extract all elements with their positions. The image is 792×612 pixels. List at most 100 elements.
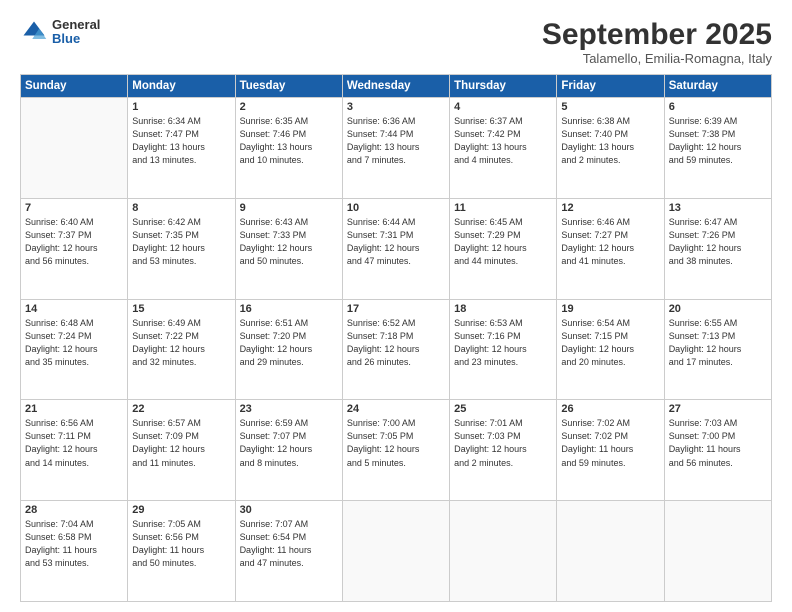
day-number: 29 [132, 504, 230, 516]
calendar-cell: 26 Sunrise: 7:02 AM Sunset: 7:02 PM Dayli… [557, 400, 664, 501]
day-number: 8 [132, 202, 230, 214]
day-info: Sunrise: 6:54 AM Sunset: 7:15 PM Dayligh… [561, 317, 659, 369]
calendar-cell: 25 Sunrise: 7:01 AM Sunset: 7:03 PM Dayli… [450, 400, 557, 501]
day-info: Sunrise: 7:04 AM Sunset: 6:58 PM Dayligh… [25, 518, 123, 570]
calendar-cell: 13 Sunrise: 6:47 AM Sunset: 7:26 PM Dayli… [664, 198, 771, 299]
calendar-cell: 9Sunrise: 6:43 AM Sunset: 7:33 PM Daylig… [235, 198, 342, 299]
day-number: 23 [240, 403, 338, 415]
day-info: Sunrise: 6:59 AM Sunset: 7:07 PM Dayligh… [240, 417, 338, 469]
calendar-week-2: 7 Sunrise: 6:40 AM Sunset: 7:37 PM Daylig… [21, 198, 772, 299]
day-info: Sunrise: 7:03 AM Sunset: 7:00 PM Dayligh… [669, 417, 767, 469]
month-title: September 2025 [542, 18, 772, 51]
calendar-cell: 18 Sunrise: 6:53 AM Sunset: 7:16 PM Dayli… [450, 299, 557, 400]
day-number: 25 [454, 403, 552, 415]
logo-text: General Blue [52, 18, 100, 47]
header-saturday: Saturday [664, 75, 771, 98]
day-info: Sunrise: 6:40 AM Sunset: 7:37 PM Dayligh… [25, 216, 123, 268]
day-number: 20 [669, 303, 767, 315]
day-number: 7 [25, 202, 123, 214]
calendar-cell: 29 Sunrise: 7:05 AM Sunset: 6:56 PM Dayli… [128, 501, 235, 602]
calendar-cell: 24 Sunrise: 7:00 AM Sunset: 7:05 PM Dayli… [342, 400, 449, 501]
day-info: Sunrise: 7:01 AM Sunset: 7:03 PM Dayligh… [454, 417, 552, 469]
day-info: Sunrise: 6:53 AM Sunset: 7:16 PM Dayligh… [454, 317, 552, 369]
calendar-cell: 23 Sunrise: 6:59 AM Sunset: 7:07 PM Dayli… [235, 400, 342, 501]
calendar-cell: 7 Sunrise: 6:40 AM Sunset: 7:37 PM Daylig… [21, 198, 128, 299]
calendar-cell: 6Sunrise: 6:39 AM Sunset: 7:38 PM Daylig… [664, 98, 771, 199]
day-info: Sunrise: 6:43 AM Sunset: 7:33 PM Dayligh… [240, 216, 338, 268]
calendar-cell: 11Sunrise: 6:45 AM Sunset: 7:29 PM Dayli… [450, 198, 557, 299]
day-number: 6 [669, 101, 767, 113]
calendar-cell [342, 501, 449, 602]
day-number: 28 [25, 504, 123, 516]
day-info: Sunrise: 6:34 AM Sunset: 7:47 PM Dayligh… [132, 115, 230, 167]
day-number: 11 [454, 202, 552, 214]
day-info: Sunrise: 6:36 AM Sunset: 7:44 PM Dayligh… [347, 115, 445, 167]
calendar-cell [664, 501, 771, 602]
page: General Blue September 2025 Talamello, E… [0, 0, 792, 612]
day-info: Sunrise: 6:51 AM Sunset: 7:20 PM Dayligh… [240, 317, 338, 369]
day-number: 17 [347, 303, 445, 315]
day-number: 13 [669, 202, 767, 214]
day-info: Sunrise: 7:02 AM Sunset: 7:02 PM Dayligh… [561, 417, 659, 469]
day-number: 26 [561, 403, 659, 415]
calendar-cell: 22Sunrise: 6:57 AM Sunset: 7:09 PM Dayli… [128, 400, 235, 501]
day-number: 21 [25, 403, 123, 415]
calendar-cell: 8 Sunrise: 6:42 AM Sunset: 7:35 PM Daylig… [128, 198, 235, 299]
day-number: 14 [25, 303, 123, 315]
calendar-cell [450, 501, 557, 602]
day-info: Sunrise: 6:57 AM Sunset: 7:09 PM Dayligh… [132, 417, 230, 469]
calendar-cell: 1 Sunrise: 6:34 AM Sunset: 7:47 PM Daylig… [128, 98, 235, 199]
calendar-week-5: 28 Sunrise: 7:04 AM Sunset: 6:58 PM Dayli… [21, 501, 772, 602]
header-friday: Friday [557, 75, 664, 98]
day-info: Sunrise: 6:42 AM Sunset: 7:35 PM Dayligh… [132, 216, 230, 268]
calendar-cell: 3 Sunrise: 6:36 AM Sunset: 7:44 PM Daylig… [342, 98, 449, 199]
day-number: 4 [454, 101, 552, 113]
title-block: September 2025 Talamello, Emilia-Romagna… [542, 18, 772, 66]
calendar-cell: 16Sunrise: 6:51 AM Sunset: 7:20 PM Dayli… [235, 299, 342, 400]
calendar-cell: 20 Sunrise: 6:55 AM Sunset: 7:13 PM Dayli… [664, 299, 771, 400]
logo-icon [20, 18, 48, 46]
calendar-cell [21, 98, 128, 199]
day-number: 30 [240, 504, 338, 516]
day-info: Sunrise: 7:05 AM Sunset: 6:56 PM Dayligh… [132, 518, 230, 570]
header-thursday: Thursday [450, 75, 557, 98]
calendar-cell: 15Sunrise: 6:49 AM Sunset: 7:22 PM Dayli… [128, 299, 235, 400]
header-wednesday: Wednesday [342, 75, 449, 98]
day-number: 15 [132, 303, 230, 315]
day-info: Sunrise: 7:00 AM Sunset: 7:05 PM Dayligh… [347, 417, 445, 469]
day-number: 3 [347, 101, 445, 113]
calendar-cell: 12Sunrise: 6:46 AM Sunset: 7:27 PM Dayli… [557, 198, 664, 299]
calendar-cell: 10 Sunrise: 6:44 AM Sunset: 7:31 PM Dayli… [342, 198, 449, 299]
day-number: 10 [347, 202, 445, 214]
header-sunday: Sunday [21, 75, 128, 98]
day-number: 5 [561, 101, 659, 113]
calendar-cell: 4 Sunrise: 6:37 AM Sunset: 7:42 PM Daylig… [450, 98, 557, 199]
day-number: 24 [347, 403, 445, 415]
header-monday: Monday [128, 75, 235, 98]
day-info: Sunrise: 6:56 AM Sunset: 7:11 PM Dayligh… [25, 417, 123, 469]
day-info: Sunrise: 6:48 AM Sunset: 7:24 PM Dayligh… [25, 317, 123, 369]
calendar-cell: 27Sunrise: 7:03 AM Sunset: 7:00 PM Dayli… [664, 400, 771, 501]
day-number: 18 [454, 303, 552, 315]
calendar-cell: 28 Sunrise: 7:04 AM Sunset: 6:58 PM Dayli… [21, 501, 128, 602]
day-info: Sunrise: 6:47 AM Sunset: 7:26 PM Dayligh… [669, 216, 767, 268]
calendar-cell: 2 Sunrise: 6:35 AM Sunset: 7:46 PM Daylig… [235, 98, 342, 199]
calendar-cell: 14 Sunrise: 6:48 AM Sunset: 7:24 PM Dayli… [21, 299, 128, 400]
day-info: Sunrise: 6:35 AM Sunset: 7:46 PM Dayligh… [240, 115, 338, 167]
calendar-week-4: 21 Sunrise: 6:56 AM Sunset: 7:11 PM Dayli… [21, 400, 772, 501]
header-tuesday: Tuesday [235, 75, 342, 98]
day-info: Sunrise: 6:38 AM Sunset: 7:40 PM Dayligh… [561, 115, 659, 167]
day-info: Sunrise: 6:55 AM Sunset: 7:13 PM Dayligh… [669, 317, 767, 369]
day-number: 2 [240, 101, 338, 113]
day-info: Sunrise: 6:44 AM Sunset: 7:31 PM Dayligh… [347, 216, 445, 268]
header: General Blue September 2025 Talamello, E… [20, 18, 772, 66]
day-number: 1 [132, 101, 230, 113]
calendar-week-1: 1 Sunrise: 6:34 AM Sunset: 7:47 PM Daylig… [21, 98, 772, 199]
day-info: Sunrise: 6:46 AM Sunset: 7:27 PM Dayligh… [561, 216, 659, 268]
calendar-cell: 5 Sunrise: 6:38 AM Sunset: 7:40 PM Daylig… [557, 98, 664, 199]
day-info: Sunrise: 6:37 AM Sunset: 7:42 PM Dayligh… [454, 115, 552, 167]
calendar-cell: 30Sunrise: 7:07 AM Sunset: 6:54 PM Dayli… [235, 501, 342, 602]
calendar-week-3: 14 Sunrise: 6:48 AM Sunset: 7:24 PM Dayli… [21, 299, 772, 400]
weekday-header-row: Sunday Monday Tuesday Wednesday Thursday… [21, 75, 772, 98]
calendar-cell: 19Sunrise: 6:54 AM Sunset: 7:15 PM Dayli… [557, 299, 664, 400]
